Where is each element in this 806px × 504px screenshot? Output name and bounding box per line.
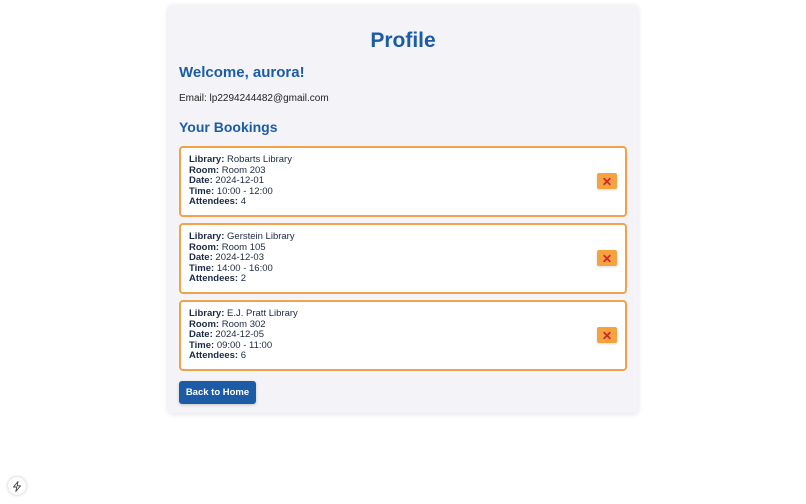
- date-value: 2024-12-05: [215, 329, 265, 340]
- attendees-value: 2: [240, 273, 247, 284]
- date-value: 2024-12-03: [215, 252, 265, 263]
- bookings-heading: Your Bookings: [179, 119, 278, 135]
- delete-booking-button[interactable]: [597, 173, 617, 189]
- library-value: Gerstein Library: [227, 231, 295, 242]
- close-icon: [603, 177, 611, 185]
- time-value: 14:00 - 16:00: [216, 262, 273, 274]
- room-label: Room:: [189, 241, 220, 253]
- booking-time: Time: 09:00 - 11:00: [189, 339, 625, 352]
- welcome-heading: Welcome, aurora!: [179, 64, 305, 81]
- time-value: 10:00 - 12:00: [216, 185, 273, 197]
- booking-time: Time: 10:00 - 12:00: [189, 185, 625, 198]
- date-label: Date:: [189, 175, 213, 186]
- booking-attendees: Attendees: 2: [189, 273, 625, 285]
- lightning-icon[interactable]: [8, 477, 26, 495]
- attendees-label: Attendees:: [189, 196, 239, 207]
- page-title: Profile: [370, 29, 436, 52]
- room-value: Room 105: [221, 241, 266, 253]
- library-label: Library:: [189, 154, 225, 165]
- room-value: Room 302: [221, 318, 266, 330]
- email-text: Email: lp2294244482@gmail.com: [179, 93, 329, 104]
- time-label: Time:: [189, 185, 215, 197]
- library-label: Library:: [189, 231, 225, 242]
- booking-card: Library: E.J. Pratt Library Room: Room 3…: [179, 300, 627, 371]
- date-value: 2024-12-01: [215, 175, 265, 186]
- attendees-label: Attendees:: [189, 273, 239, 284]
- close-icon: [603, 254, 611, 262]
- room-label: Room:: [189, 164, 220, 176]
- room-value: Room 203: [221, 164, 266, 176]
- attendees-value: 4: [240, 196, 247, 207]
- library-value: Robarts Library: [227, 154, 292, 165]
- booking-card: Library: Robarts Library Room: Room 203 …: [179, 146, 627, 217]
- attendees-label: Attendees:: [189, 350, 239, 361]
- date-label: Date:: [189, 252, 213, 263]
- library-value: E.J. Pratt Library: [227, 308, 298, 319]
- delete-booking-button[interactable]: [597, 250, 617, 266]
- delete-booking-button[interactable]: [597, 327, 617, 343]
- date-label: Date:: [189, 329, 213, 340]
- lightning-glyph: [13, 480, 21, 492]
- time-value: 09:00 - 11:00: [216, 339, 273, 351]
- close-icon: [603, 331, 611, 339]
- back-to-home-button[interactable]: Back to Home: [179, 381, 256, 404]
- time-label: Time:: [189, 262, 215, 274]
- booking-attendees: Attendees: 6: [189, 350, 625, 362]
- profile-card: Profile Welcome, aurora! Email: lp229424…: [168, 5, 638, 413]
- room-label: Room:: [189, 318, 220, 330]
- library-label: Library:: [189, 308, 225, 319]
- time-label: Time:: [189, 339, 215, 351]
- booking-list: Library: Robarts Library Room: Room 203 …: [179, 146, 627, 371]
- booking-attendees: Attendees: 4: [189, 196, 625, 208]
- booking-card: Library: Gerstein Library Room: Room 105…: [179, 223, 627, 294]
- attendees-value: 6: [240, 350, 247, 361]
- booking-time: Time: 14:00 - 16:00: [189, 262, 625, 275]
